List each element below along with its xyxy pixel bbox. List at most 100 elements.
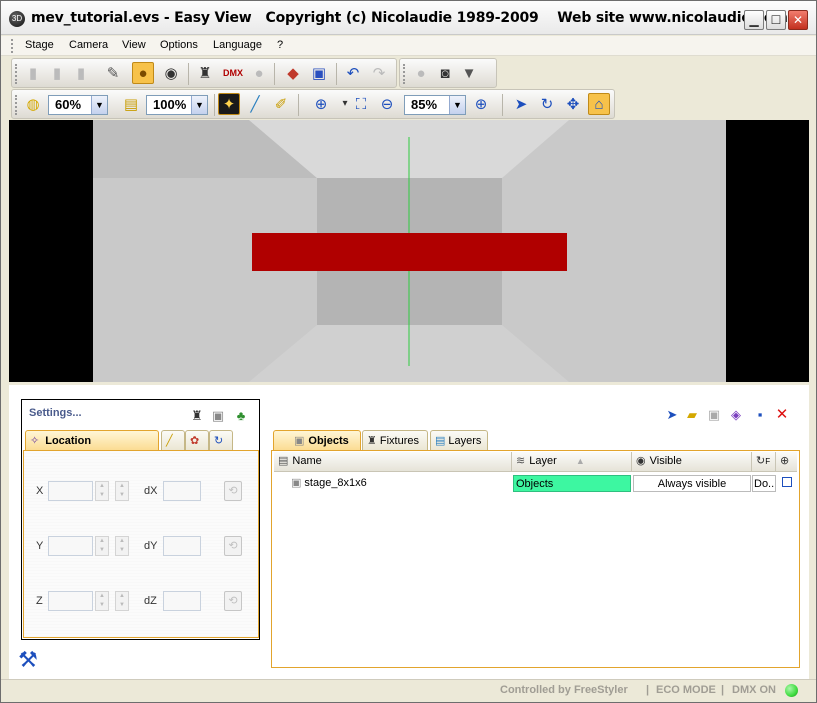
new-folder-icon[interactable]: ▰ (681, 403, 703, 425)
dz-label: dZ (144, 595, 157, 607)
tab-fixtures[interactable]: ♜ Fixtures (362, 430, 428, 450)
fixture-icon[interactable]: ♜ (186, 404, 208, 426)
open-icon[interactable]: ▮ (46, 62, 68, 84)
view-toolbar: ◍ 60% ▼ ▤ 100% ▼ ✦ ╱ ✐ ⊕ ▾ ⛶ ⊖ 85% ▼ ⊕ ➤… (11, 89, 615, 119)
wrench-icon[interactable]: ✎ (102, 62, 124, 84)
menu-view[interactable]: View (122, 39, 146, 51)
move-icon[interactable]: ✥ (562, 93, 584, 115)
brightness-combo[interactable]: 60% ▼ (48, 95, 108, 115)
row-extra-cell[interactable]: Do... (752, 475, 776, 492)
dz-input[interactable] (163, 591, 201, 611)
column-name[interactable]: ▤ Name (274, 452, 512, 471)
undo-icon[interactable]: ↶ (342, 62, 364, 84)
scale-combo[interactable]: 100% ▼ (146, 95, 208, 115)
menu-grip[interactable] (11, 39, 14, 53)
camera-icon[interactable]: ◙ (434, 62, 456, 84)
scale-icon[interactable]: ▤ (120, 93, 142, 115)
tab-layers[interactable]: ▤ Layers (430, 430, 488, 450)
column-name-label: Name (292, 455, 322, 467)
zoom-value: 85% (411, 97, 438, 112)
z-spinner[interactable]: ▲ ▼ (95, 591, 109, 611)
fixture-icon[interactable]: ♜ (194, 62, 216, 84)
save-icon[interactable]: ▮ (70, 62, 92, 84)
cube-icon[interactable]: ▣ (703, 403, 725, 425)
row-checkbox[interactable] (782, 477, 792, 487)
dz-cycle-button[interactable]: ⟲ (224, 591, 242, 611)
dy-input[interactable] (163, 536, 201, 556)
column-target[interactable]: ⊕ (776, 452, 797, 471)
row-layer-cell[interactable]: Objects (513, 475, 631, 492)
menu-language[interactable]: Language (213, 39, 262, 51)
zoom-combo[interactable]: 85% ▼ (404, 95, 466, 115)
x-input[interactable] (48, 481, 93, 501)
toolbar-grip[interactable] (15, 95, 18, 115)
list-icon: ▤ (278, 455, 289, 467)
zoom-icon[interactable]: ● (132, 62, 154, 84)
pencil-icon[interactable]: ✐ (270, 93, 292, 115)
tab-rotation[interactable]: ↻ (209, 430, 233, 450)
table-row[interactable]: ▣ stage_8x1x6 (291, 475, 511, 492)
close-button[interactable]: ✕ (788, 10, 808, 30)
menu-stage[interactable]: Stage (25, 39, 54, 51)
pencil-icon[interactable]: ╱ (244, 93, 266, 115)
home-icon[interactable]: ⌂ (588, 93, 610, 115)
row-visible-cell[interactable]: Always visible (633, 475, 751, 492)
maximize-button[interactable]: ☐ (766, 10, 786, 30)
toolbar-grip[interactable] (403, 64, 406, 84)
column-layer[interactable]: ≋ Layer ▲ (512, 452, 632, 471)
minus-icon[interactable]: ⊖ (376, 93, 398, 115)
delete-icon[interactable]: ✕ (771, 403, 793, 425)
cube-icon[interactable]: ▣ (207, 404, 229, 426)
group-icon[interactable]: ♣ (230, 404, 252, 426)
chevron-down-icon[interactable]: ▼ (91, 96, 107, 114)
dx-input[interactable] (163, 481, 201, 501)
render-icon[interactable]: ▼ (458, 62, 480, 84)
plus-icon[interactable]: ⊕ (470, 93, 492, 115)
tab-location[interactable]: ✧ Location (25, 430, 159, 450)
pointer-icon[interactable]: ➤ (661, 403, 683, 425)
save-icon[interactable]: ▪ (749, 403, 771, 425)
chevron-down-icon[interactable]: ▼ (191, 96, 207, 114)
y-spinner-2[interactable]: ▲ ▼ (115, 536, 129, 556)
color-icon[interactable]: ◆ (282, 62, 304, 84)
new-icon[interactable]: ▮ (22, 62, 44, 84)
z-input[interactable] (48, 591, 93, 611)
y-spinner[interactable]: ▲ ▼ (95, 536, 109, 556)
3d-viewport[interactable] (9, 120, 809, 382)
x-spinner[interactable]: ▲ ▼ (95, 481, 109, 501)
tab-objects[interactable]: ▣ Objects (273, 430, 361, 450)
sphere-icon[interactable]: ● (410, 62, 432, 84)
column-rotation[interactable]: ↻F (752, 452, 776, 471)
eye-icon[interactable]: ◉ (160, 62, 182, 84)
tab-color[interactable]: ✿ (185, 430, 209, 450)
menu-help[interactable]: ? (277, 39, 283, 51)
column-visible[interactable]: ◉ Visible (632, 452, 752, 471)
stage-object-bar[interactable] (252, 233, 567, 271)
pointer-icon[interactable]: ➤ (510, 93, 532, 115)
sphere-icon[interactable]: ● (248, 62, 270, 84)
dmx-icon[interactable]: DMX (222, 62, 244, 84)
redo-icon[interactable]: ↷ (368, 62, 390, 84)
duplicate-icon[interactable]: ◈ (725, 403, 747, 425)
y-input[interactable] (48, 536, 93, 556)
tools-icon[interactable]: ⚒ (13, 646, 43, 674)
menu-options[interactable]: Options (160, 39, 198, 51)
toolbar-grip[interactable] (15, 64, 18, 84)
z-spinner-2[interactable]: ▲ ▼ (115, 591, 129, 611)
title-bar[interactable]: 3D mev_tutorial.evs - Easy View Copyrigh… (1, 1, 816, 35)
fit-icon[interactable]: ⛶ (350, 93, 372, 115)
cube-icon[interactable]: ▣ (308, 62, 330, 84)
rotate-icon[interactable]: ↻ (536, 93, 558, 115)
chevron-down-icon[interactable]: ▼ (449, 96, 465, 114)
x-spinner-2[interactable]: ▲ ▼ (115, 481, 129, 501)
zoom-in-icon[interactable]: ⊕ (310, 93, 332, 115)
light-beam-icon[interactable]: ✦ (218, 93, 240, 115)
app-icon[interactable]: 3D (9, 11, 25, 27)
bulb-icon[interactable]: ◍ (22, 93, 44, 115)
dx-cycle-button[interactable]: ⟲ (224, 481, 242, 501)
tab-measure[interactable]: ╱ (161, 430, 185, 450)
status-bar: Controlled by FreeStyler | ECO MODE | DM… (1, 679, 816, 702)
minimize-button[interactable]: ▁ (744, 10, 764, 30)
menu-camera[interactable]: Camera (69, 39, 108, 51)
dy-cycle-button[interactable]: ⟲ (224, 536, 242, 556)
